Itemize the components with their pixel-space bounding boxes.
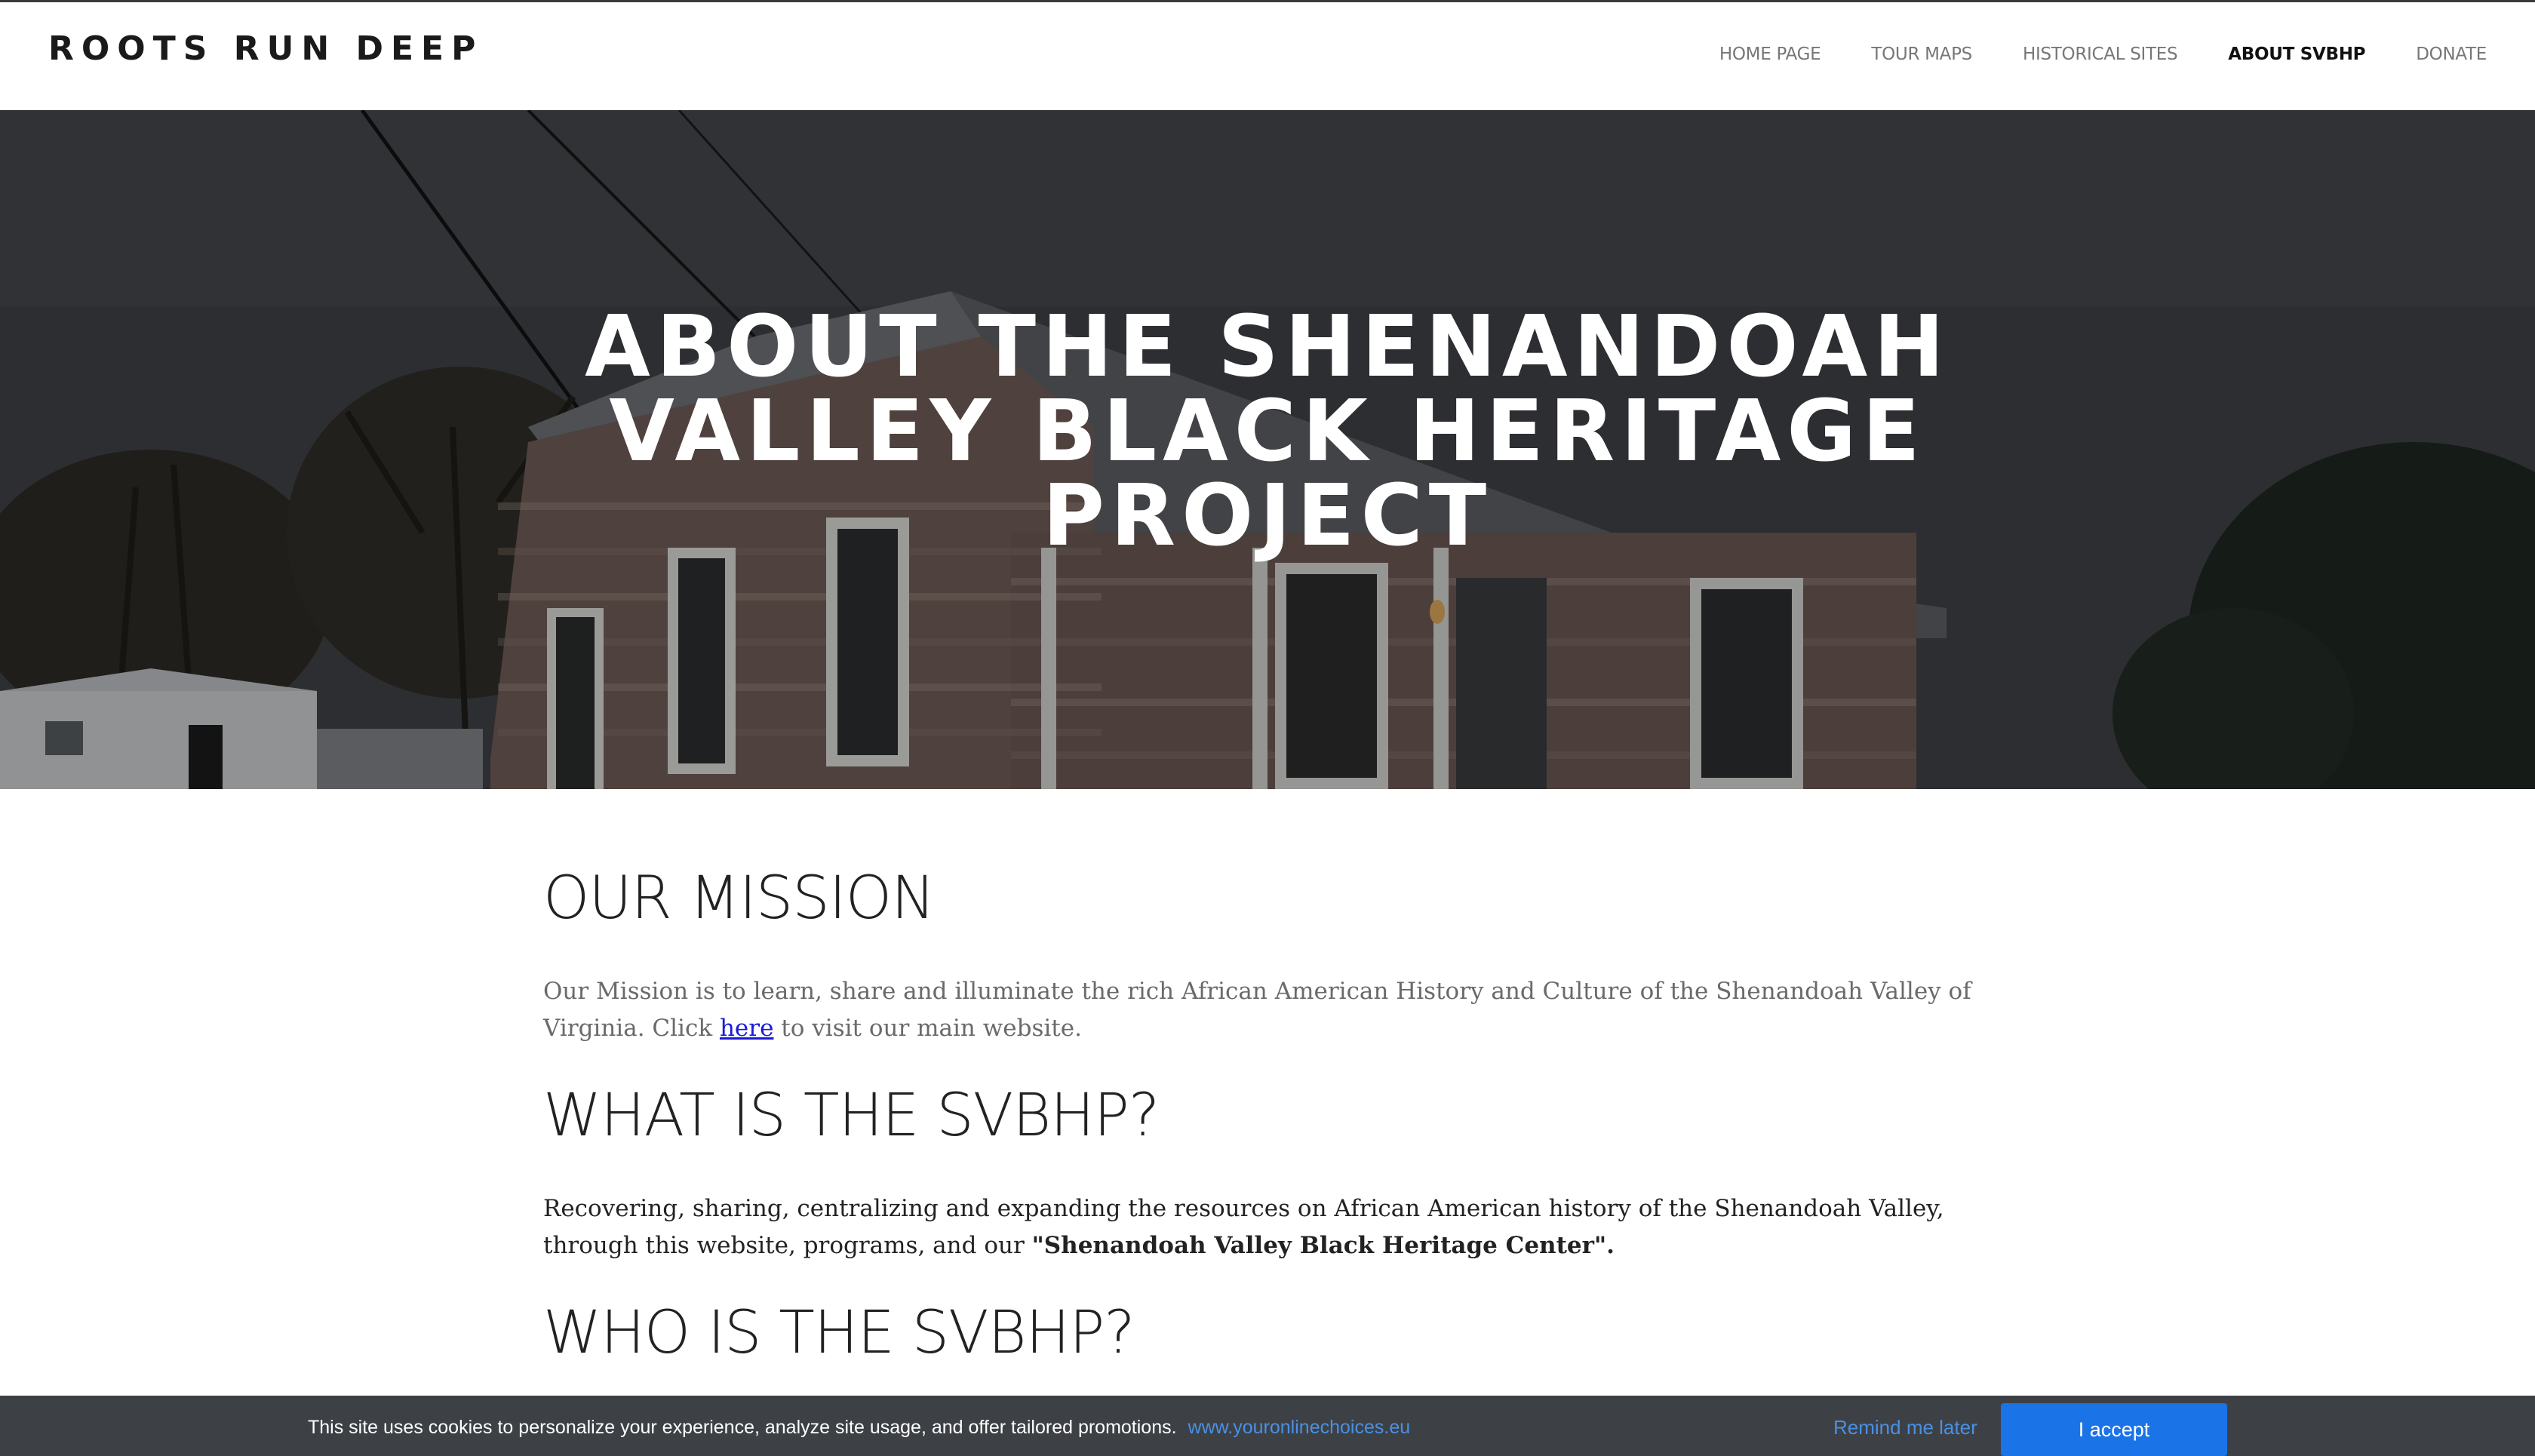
who-heading: WHO IS THE SVBHP?: [543, 1299, 1135, 1367]
nav-historical-sites[interactable]: HISTORICAL SITES: [2023, 45, 2178, 64]
what-paragraph: Recovering, sharing, centralizing and ex…: [543, 1190, 1977, 1264]
nav-home-page[interactable]: HOME PAGE: [1719, 45, 1821, 64]
nav-tour-maps[interactable]: TOUR MAPS: [1871, 45, 1972, 64]
cookie-text: This site uses cookies to personalize yo…: [308, 1417, 1177, 1438]
heritage-center-name: "Shenandoah Valley Black Heritage Center…: [1031, 1232, 1615, 1259]
site-logo[interactable]: ROOTS RUN DEEP: [48, 29, 483, 68]
main-website-link[interactable]: here: [720, 1015, 773, 1042]
mission-paragraph: Our Mission is to learn, share and illum…: [543, 973, 1977, 1047]
youronlinechoices-link[interactable]: www.youronlinechoices.eu: [1188, 1417, 1411, 1438]
cookie-banner: This site uses cookies to personalize yo…: [0, 1396, 2535, 1456]
cookie-message: This site uses cookies to personalize yo…: [308, 1417, 1410, 1439]
nav-about-svbhp[interactable]: ABOUT SVBHP: [2228, 45, 2365, 64]
remind-later-button[interactable]: Remind me later: [1833, 1416, 1977, 1439]
nav-donate[interactable]: DONATE: [2416, 45, 2487, 64]
what-heading: WHAT IS THE SVBHP?: [543, 1082, 1160, 1150]
mission-heading: OUR MISSION: [543, 865, 936, 932]
accept-cookies-button[interactable]: I accept: [2001, 1403, 2227, 1456]
main-nav: HOME PAGE TOUR MAPS HISTORICAL SITES ABO…: [1719, 45, 2487, 64]
mission-text-end: to visit our main website.: [773, 1015, 1082, 1042]
site-header: ROOTS RUN DEEP HOME PAGE TOUR MAPS HISTO…: [0, 2, 2535, 110]
hero-banner: ABOUT THE SHENANDOAH VALLEY BLACK HERITA…: [0, 110, 2535, 789]
hero-title: ABOUT THE SHENANDOAH VALLEY BLACK HERITA…: [585, 298, 1950, 565]
